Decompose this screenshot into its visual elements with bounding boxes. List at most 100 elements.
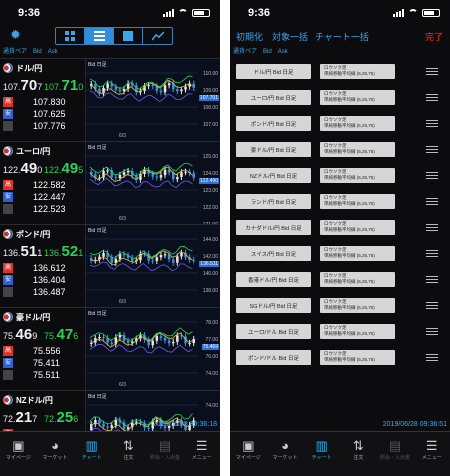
ask-price: 136.521	[44, 243, 84, 260]
pair-select-button[interactable]: ポンド/ドル Bid 日足	[236, 350, 311, 365]
tab-1[interactable]: ◕ マーケット	[37, 432, 74, 476]
ask-price: 75.476	[44, 326, 79, 343]
pair-select-button[interactable]: 香港ドル/円 Bid 日足	[236, 272, 311, 287]
high-row: 高 136.612	[3, 262, 66, 273]
candle	[163, 337, 167, 341]
high-tag: 高	[3, 96, 13, 107]
current-price-tag: 136.511	[199, 261, 219, 267]
candle	[176, 256, 179, 263]
candle	[118, 254, 122, 260]
indicator-button[interactable]: ロウソク足 単純移動平均線 (5,25,75)	[320, 168, 395, 183]
pair-select-button[interactable]: スイス/円 Bid 日足	[236, 246, 311, 261]
indicator-button[interactable]: ロウソク足 単純移動平均線 (5,25,75)	[320, 64, 395, 79]
pair-row[interactable]: ユーロ/円 122.490 122.495 高 122.582 安 122.447 122.5…	[0, 141, 220, 228]
tab-5[interactable]: ☰ メニュー	[183, 432, 220, 476]
tab-4[interactable]: ▤ 照会・入出金	[377, 432, 414, 476]
indicator-button[interactable]: ロウソク足 単純移動平均線 (5,25,75)	[320, 324, 395, 339]
nz-jp-flag	[3, 395, 13, 405]
pair-select-button[interactable]: ポンド/円 Bid 日足	[236, 116, 311, 131]
done-button[interactable]: 完了	[425, 30, 443, 43]
tab-0[interactable]: ▣ マイページ	[230, 432, 267, 476]
indicator-button[interactable]: ロウソク足 単純移動平均線 (5,25,75)	[320, 350, 395, 365]
menu-icon: ☰	[425, 438, 438, 453]
pair-select-button[interactable]: NZドル/円 Bid 日足	[236, 168, 311, 183]
reorder-handle-icon[interactable]	[426, 146, 438, 153]
single-view-button[interactable]	[114, 28, 143, 44]
reorder-handle-icon[interactable]	[426, 302, 438, 309]
toolbar: ✹	[0, 26, 220, 46]
indicator-button[interactable]: ロウソク足 単純移動平均線 (5,25,75)	[320, 194, 395, 209]
pair-select-button[interactable]: ドル/円 Bid 日足	[236, 64, 311, 79]
chart-view-button[interactable]	[143, 28, 172, 44]
pair-row[interactable]: ドル/円 107.707 107.710 高 107.830 安 107.625 107.77…	[0, 58, 220, 142]
edit-row: ポンド/ドル Bid 日足 ロウソク足 単純移動平均線 (5,25,75)	[230, 344, 450, 370]
pair-row[interactable]: 豪ドル/円 75.469 75.476 高 75.556 安 75.411 75.511 Bid…	[0, 307, 220, 391]
edit-row: ポンド/円 Bid 日足 ロウソク足 単純移動平均線 (5,25,75)	[230, 110, 450, 136]
tab-label: マイページ	[5, 455, 31, 461]
gb-jp-flag	[3, 229, 13, 239]
grid-view-button[interactable]	[56, 28, 85, 44]
indicator-button[interactable]: ロウソク足 単純移動平均線 (5,25,75)	[320, 220, 395, 235]
candle	[155, 176, 159, 178]
tab-label: メニュー	[191, 455, 212, 461]
list-view-button[interactable]	[85, 28, 114, 44]
reorder-handle-icon[interactable]	[426, 120, 438, 127]
batch-button[interactable]: 対象一括	[272, 30, 308, 43]
tab-1[interactable]: ◕ マーケット	[267, 432, 304, 476]
reorder-handle-icon[interactable]	[426, 172, 438, 179]
reorder-handle-icon[interactable]	[426, 94, 438, 101]
reorder-handle-icon[interactable]	[426, 328, 438, 335]
tab-2[interactable]: ▥ チャート	[303, 432, 340, 476]
indicator-button[interactable]: ロウソク足 単純移動平均線 (5,25,75)	[320, 298, 395, 313]
candle	[155, 335, 159, 341]
reorder-handle-icon[interactable]	[426, 68, 438, 75]
tab-5[interactable]: ☰ メニュー	[413, 432, 450, 476]
indicator-button[interactable]: ロウソク足 単純移動平均線 (5,25,75)	[320, 142, 395, 157]
pair-select-button[interactable]: SGドル/円 Bid 日足	[236, 298, 311, 313]
indicator-button[interactable]: ロウソク足 単純移動平均線 (5,25,75)	[320, 90, 395, 105]
pair-select-button[interactable]: カナダドル/円 Bid 日足	[236, 220, 311, 235]
candle	[184, 171, 187, 173]
order-icon: ⇅	[122, 438, 134, 453]
low-row: 安 107.625	[3, 108, 66, 119]
tab-2[interactable]: ▥ チャート	[73, 432, 110, 476]
pair-select-button[interactable]: ユーロ/円 Bid 日足	[236, 90, 311, 105]
high-price: 122.582	[33, 179, 66, 190]
pair-select-button[interactable]: ランド/円 Bid 日足	[236, 194, 311, 209]
close-row: 136.487	[3, 286, 66, 297]
candle	[192, 339, 195, 344]
chart-icon: ▥	[85, 438, 98, 453]
pair-select-button[interactable]: 豪ドル/円 Bid 日足	[236, 142, 311, 157]
close-price: 75.511	[33, 369, 60, 380]
pair-row[interactable]: ポンド/円 136.511 136.521 高 136.612 安 136.404 136.4…	[0, 224, 220, 308]
mini-chart[interactable]: Bid 日足 144.00 142.00 140.00 138.00 136.511 6/3	[85, 225, 220, 308]
reorder-handle-icon[interactable]	[426, 224, 438, 231]
pair-select-button[interactable]: ユーロ/ドル Bid 日足	[236, 324, 311, 339]
tab-3[interactable]: ⇅ 注文	[340, 432, 377, 476]
mini-chart[interactable]: Bid 日足125.00124.00123.00122.00121.00122.…	[85, 142, 220, 228]
reorder-handle-icon[interactable]	[426, 250, 438, 257]
high-row: 高 75.556	[3, 345, 61, 356]
mini-chart[interactable]: Bid 日足 78.00 77.00 76.00 74.00 75.469 6/3	[85, 308, 220, 391]
candle	[192, 173, 195, 178]
tab-3[interactable]: ⇅ 注文	[110, 432, 147, 476]
candle	[172, 341, 175, 344]
tab-0[interactable]: ▣ マイページ	[0, 432, 37, 476]
gear-icon[interactable]: ✹	[10, 28, 24, 42]
order-icon: ⇅	[352, 438, 364, 453]
y-tick: 108.00	[202, 105, 218, 111]
reorder-handle-icon[interactable]	[426, 276, 438, 283]
chart-batch-button[interactable]: チャート一括	[315, 30, 369, 43]
init-button[interactable]: 初期化	[236, 30, 263, 43]
candle	[192, 260, 195, 262]
candle	[122, 172, 126, 175]
indicator-button[interactable]: ロウソク足 単純移動平均線 (5,25,75)	[320, 272, 395, 287]
reorder-handle-icon[interactable]	[426, 198, 438, 205]
mini-chart[interactable]: Bid 日足 110.00 109.00 108.00 107.00 107.701 6/3	[85, 59, 220, 142]
tab-4[interactable]: ▤ 照会・入出金	[147, 432, 184, 476]
indicator-button[interactable]: ロウソク足 単純移動平均線 (5,25,75)	[320, 246, 395, 261]
pair-quote: ユーロ/円 122.490 122.495 高 122.582 安 122.447 122.5…	[0, 142, 85, 225]
indicator-button[interactable]: ロウソク足 単純移動平均線 (5,25,75)	[320, 116, 395, 131]
candle	[180, 89, 183, 92]
reorder-handle-icon[interactable]	[426, 354, 438, 361]
